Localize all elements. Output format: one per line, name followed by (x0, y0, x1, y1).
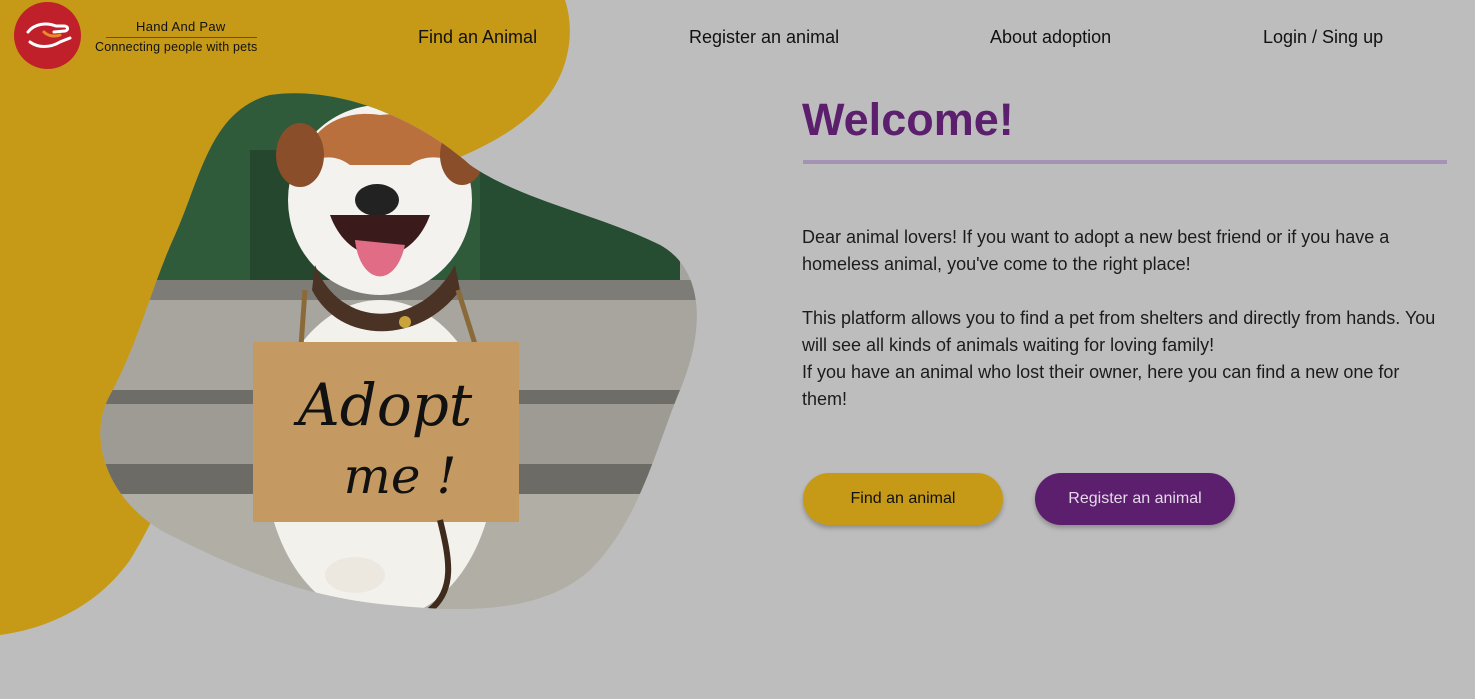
platform-paragraph: This platform allows you to find a pet f… (802, 308, 1436, 355)
lost-owner-paragraph: If you have an animal who lost their own… (802, 362, 1400, 409)
nav-about-adoption[interactable]: About adoption (990, 27, 1111, 48)
nav-login-signup[interactable]: Login / Sing up (1263, 27, 1383, 48)
intro-paragraph: Dear animal lovers! If you want to adopt… (802, 227, 1390, 274)
svg-text:me !: me ! (344, 447, 457, 505)
register-animal-button[interactable]: Register an animal (1035, 473, 1235, 525)
page-title: Welcome! (802, 94, 1014, 145)
find-animal-button[interactable]: Find an animal (803, 473, 1003, 525)
hero-dog-image: Adopt me ! (100, 93, 697, 610)
svg-text:Adopt: Adopt (293, 371, 473, 439)
title-divider (803, 160, 1447, 164)
dog-photo-content: Adopt me ! (100, 93, 697, 610)
